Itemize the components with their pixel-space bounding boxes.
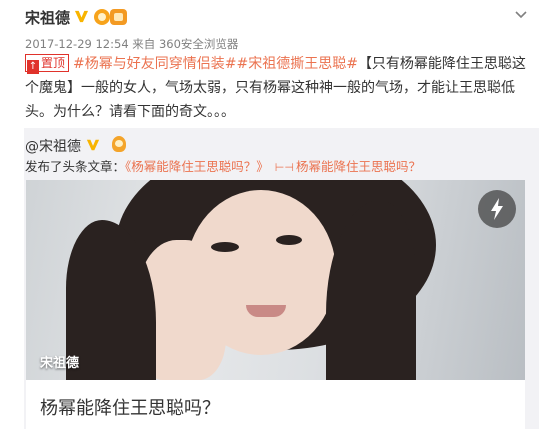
- topic-tags[interactable]: #杨幂与好友同穿情侣装##宋祖德撕王思聪#: [73, 56, 358, 72]
- pin-icon: ↑: [27, 60, 39, 74]
- repost-prefix: 发布了头条文章：: [25, 159, 126, 174]
- pinned-label: 置顶: [41, 56, 66, 70]
- repost-card: @宋祖德 发布了头条文章：《杨幂能降住王思聪吗？》 ⊢⊣ 杨幂能降住王思聪吗？ 宋祖…: [24, 128, 539, 429]
- article-link[interactable]: 《杨幂能降住王思聪吗？》: [125, 159, 269, 174]
- post-meta: 2017-12-29 12:54 来自 360安全浏览器: [25, 37, 239, 51]
- member-badge-icon[interactable]: [112, 136, 126, 152]
- cover-caption: 宋祖德: [40, 356, 80, 371]
- member-badge-icon[interactable]: [110, 9, 127, 25]
- article-url-link[interactable]: 杨幂能降住王思聪吗？: [296, 159, 421, 174]
- article-card[interactable]: 宋祖德 杨幂能降住王思聪吗？: [26, 180, 525, 429]
- repost-summary: 发布了头条文章：《杨幂能降住王思聪吗？》 ⊢⊣ 杨幂能降住王思聪吗？: [25, 156, 421, 175]
- post-text: ↑ 置顶 #杨幂与好友同穿情侣装##宋祖德撕王思聪#【只有杨幂能降住王思聪这个魔鬼】…: [25, 52, 537, 124]
- verified-v-icon[interactable]: [86, 138, 100, 152]
- pinned-badge: ↑ 置顶: [25, 54, 70, 74]
- article-card-title[interactable]: 杨幂能降住王思聪吗？: [40, 394, 220, 420]
- member-badge-icon[interactable]: [94, 9, 110, 25]
- verified-v-icon[interactable]: [74, 9, 89, 24]
- chevron-down-icon[interactable]: [513, 6, 529, 22]
- article-cover-image[interactable]: 宋祖德: [26, 180, 525, 380]
- post-author[interactable]: 宋祖德: [25, 7, 70, 28]
- lightning-icon[interactable]: [478, 190, 516, 228]
- repost-author[interactable]: @宋祖德: [25, 136, 81, 156]
- link-icon: ⊢⊣: [274, 161, 294, 174]
